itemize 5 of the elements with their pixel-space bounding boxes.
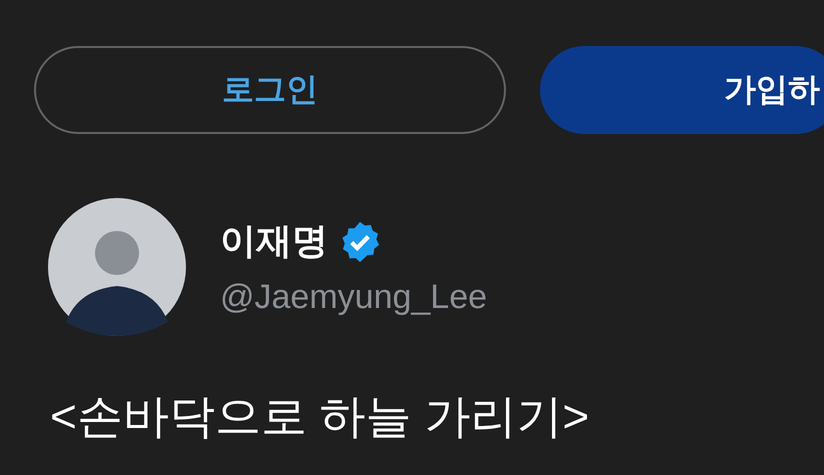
- login-button[interactable]: 로그인: [34, 46, 506, 134]
- user-handle: @Jaemyung_Lee: [220, 278, 488, 317]
- signup-button[interactable]: 가입하: [540, 46, 824, 134]
- user-name: 이재명: [220, 219, 328, 263]
- tweet-text: <손바닥으로 하늘 가리기>: [50, 389, 590, 444]
